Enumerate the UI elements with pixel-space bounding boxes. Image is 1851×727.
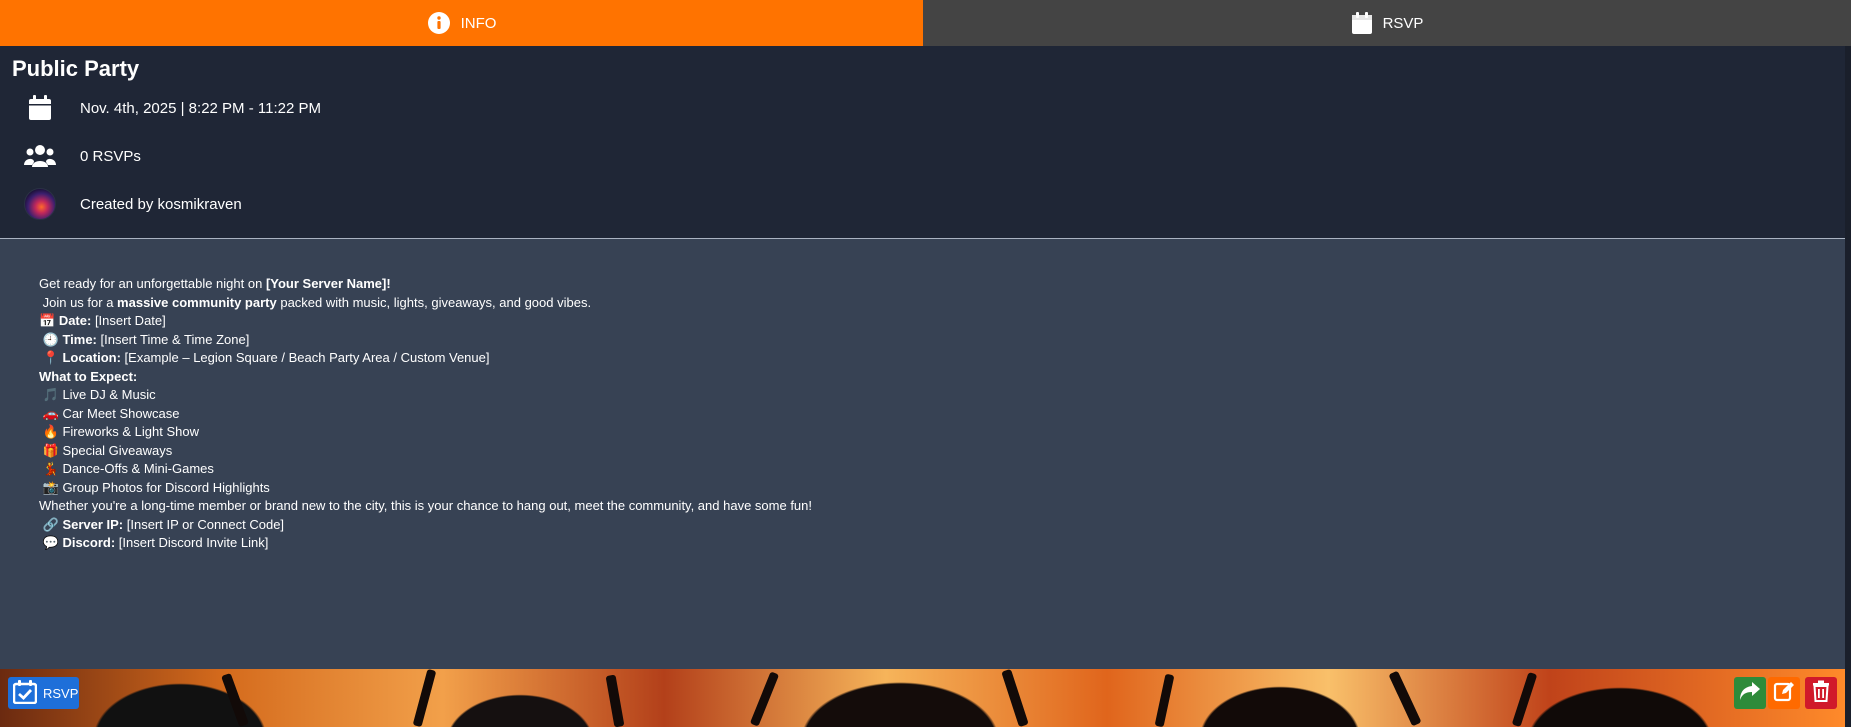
description-location: 📍 Location: [Example – Legion Square / B… — [42, 350, 490, 365]
description-line: Join us for a massive community party pa… — [39, 294, 592, 310]
event-title: Public Party — [12, 56, 140, 81]
tab-rsvp[interactable]: RSVP — [923, 0, 1851, 46]
event-rsvp-row: 0 RSVPs — [0, 138, 141, 174]
description-server: 🔗 Server IP: [Insert IP or Connect Code] — [42, 516, 285, 532]
tab-bar: INFO RSVP — [0, 0, 1851, 46]
event-date-row: Nov. 4th, 2025 | 8:22 PM - 11:22 PM — [0, 90, 321, 126]
trash-icon — [1811, 680, 1831, 707]
list-item: 🎁 Special Giveaways — [42, 442, 173, 458]
fire-emoji-icon: 🔥 — [42, 424, 59, 439]
calendar-icon — [0, 95, 80, 121]
event-creator: Created by kosmikraven — [80, 195, 242, 213]
gift-emoji-icon: 🎁 — [42, 442, 59, 458]
description-heading: What to Expect: — [39, 368, 138, 384]
share-button[interactable] — [1734, 677, 1766, 709]
share-icon — [1739, 681, 1761, 706]
speech-emoji-icon: 💬 — [42, 535, 59, 550]
description-line: Get ready for an unforgettable night on … — [39, 276, 391, 291]
edit-icon — [1773, 680, 1795, 707]
calendar-icon — [1351, 11, 1373, 35]
rsvp-button-label: RSVP — [43, 685, 79, 701]
tab-rsvp-label: RSVP — [1382, 14, 1424, 32]
delete-button[interactable] — [1805, 677, 1837, 709]
edit-button[interactable] — [1768, 677, 1800, 709]
description-date: 📅 Date: [Insert Date] — [39, 313, 166, 328]
rsvp-button[interactable]: RSVP — [8, 677, 79, 709]
music-emoji-icon: 🎵 — [42, 387, 59, 402]
date-emoji-icon: 📅 — [39, 313, 56, 328]
list-item: 💃 Dance-Offs & Mini-Games — [42, 461, 214, 476]
calendar-check-icon — [12, 679, 38, 707]
list-item: 🎵 Live DJ & Music — [42, 387, 156, 402]
scrollbar[interactable] — [1845, 46, 1851, 727]
description-closing: Whether you're a long-time member or bra… — [39, 498, 812, 513]
list-item: 🚗 Car Meet Showcase — [42, 405, 180, 421]
users-icon — [0, 144, 80, 168]
dancer-emoji-icon: 💃 — [42, 461, 59, 476]
list-item: 📸 Group Photos for Discord Highlights — [42, 479, 270, 495]
event-header: Public Party Nov. 4th, 2025 | 8:22 PM - … — [0, 46, 1845, 238]
pin-emoji-icon: 📍 — [42, 350, 59, 365]
link-emoji-icon: 🔗 — [42, 516, 59, 532]
info-circle-icon — [427, 11, 451, 35]
event-creator-row: Created by kosmikraven — [0, 186, 242, 222]
tab-info-label: INFO — [460, 14, 497, 32]
event-rsvp-count: 0 RSVPs — [80, 147, 141, 165]
avatar[interactable] — [24, 188, 56, 220]
description-time: 🕘 Time: [Insert Time & Time Zone] — [42, 331, 250, 347]
camera-emoji-icon: 📸 — [42, 479, 59, 495]
list-item: 🔥 Fireworks & Light Show — [42, 424, 199, 439]
event-date-time: Nov. 4th, 2025 | 8:22 PM - 11:22 PM — [80, 99, 321, 117]
description-discord: 💬 Discord: [Insert Discord Invite Link] — [42, 535, 269, 550]
event-banner-image — [0, 669, 1845, 727]
tab-info[interactable]: INFO — [0, 0, 923, 46]
clock-emoji-icon: 🕘 — [42, 331, 59, 347]
event-description: Get ready for an unforgettable night on … — [0, 239, 1845, 669]
car-emoji-icon: 🚗 — [42, 405, 59, 421]
